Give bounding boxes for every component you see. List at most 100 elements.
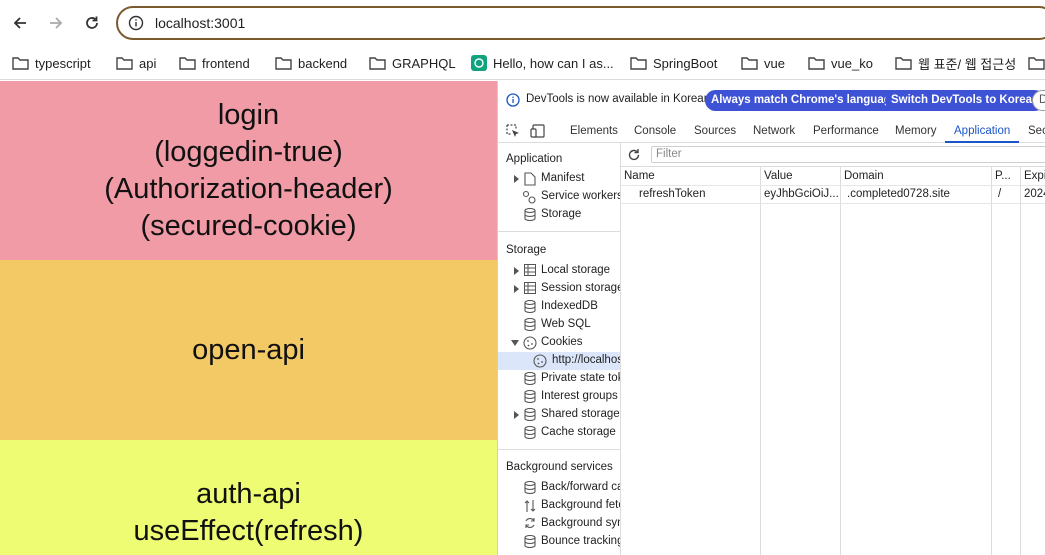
sidebar-item-manifest[interactable]: Manifest [498, 170, 620, 188]
loggedin-text: (loggedin-true) [154, 135, 343, 168]
bookmark-graphql[interactable]: GRAPHQL [369, 52, 456, 74]
cookie-filter-input[interactable]: Filter [651, 146, 1045, 163]
browser-toolbar: localhost:3001 [0, 0, 1045, 46]
sidebar-item-background-fetch[interactable]: Background fetch [498, 497, 620, 515]
folder-icon [1028, 57, 1045, 70]
sidebar-item-background-sync[interactable]: Background sync [498, 515, 620, 533]
bookmark-backend[interactable]: backend [275, 52, 347, 74]
folder-icon [808, 57, 825, 70]
inspect-element-icon[interactable] [506, 124, 520, 138]
bookmark-vue-ko[interactable]: vue_ko [808, 52, 873, 74]
device-toolbar-icon[interactable] [530, 124, 546, 138]
database-icon [524, 300, 536, 313]
column-header-path[interactable]: P... [995, 167, 1019, 185]
sidebar-label: Web SQL [541, 318, 591, 330]
cookies-table: Name Value Domain P... Expi refreshToken… [621, 167, 1045, 555]
sidebar-item-back-forward-cache[interactable]: Back/forward cache [498, 479, 620, 497]
database-icon [524, 535, 536, 548]
sidebar-item-session-storage[interactable]: Session storage [498, 280, 621, 298]
sidebar-item-shared-storage[interactable]: Shared storage [498, 406, 620, 424]
expand-arrow-icon[interactable] [512, 174, 520, 184]
bookmark-chatgpt[interactable]: Hello, how can I as... [471, 52, 614, 74]
bookmark-label: 웹 표준/ 웹 접근성 [918, 56, 1017, 72]
column-header-domain[interactable]: Domain [844, 167, 988, 185]
tab-application[interactable]: Application [945, 119, 1020, 143]
bookmark-label: frontend [202, 55, 250, 71]
bookmark-frontend[interactable]: frontend [179, 52, 250, 74]
database-icon [524, 408, 536, 421]
login-block: login (loggedin-true) (Authorization-hea… [0, 81, 497, 260]
sidebar-label: Local storage [541, 264, 611, 276]
sidebar-item-service-workers[interactable]: Service workers [498, 188, 621, 206]
bookmark-api[interactable]: api [116, 52, 156, 74]
cookie-icon [523, 336, 537, 350]
tab-console[interactable]: Console [634, 119, 676, 143]
switch-to-korean-button[interactable]: Switch DevTools to Korean [885, 90, 1045, 111]
cookie-icon [533, 354, 547, 368]
tab-sources[interactable]: Sources [694, 119, 736, 143]
bookmark-label: api [139, 55, 157, 71]
cookie-path[interactable]: / [998, 185, 1018, 203]
back-button[interactable] [7, 10, 33, 36]
site-info-icon[interactable] [128, 15, 144, 31]
database-icon [524, 208, 536, 221]
expand-arrow-icon[interactable] [512, 284, 520, 294]
address-url[interactable]: localhost:3001 [155, 15, 245, 31]
reload-button[interactable] [79, 10, 105, 36]
bookmark-overflow[interactable] [1028, 52, 1045, 74]
folder-icon [895, 57, 912, 70]
sidebar-item-cache-storage[interactable]: Cache storage [498, 424, 620, 442]
tab-network[interactable]: Network [753, 119, 795, 143]
arrow-left-icon [13, 17, 26, 29]
folder-icon [12, 57, 29, 70]
tab-memory[interactable]: Memory [895, 119, 937, 143]
database-icon [524, 426, 536, 439]
collapse-arrow-icon[interactable] [510, 339, 520, 347]
sidebar-label: Cookies [541, 336, 583, 348]
sidebar-item-local-storage[interactable]: Local storage [498, 262, 620, 280]
sidebar-label: Service workers [541, 190, 621, 202]
open-api-text: open-api [192, 333, 305, 366]
bookmark-web-standard[interactable]: 웹 표준/ 웹 접근성 [895, 52, 1016, 74]
sidebar-label: Bounce tracking [541, 535, 621, 547]
application-sidebar: Application Manifest Service workers Sto… [498, 143, 621, 555]
sidebar-item-web-sql[interactable]: Web SQL [498, 316, 620, 334]
column-header-expires[interactable]: Expi [1024, 167, 1045, 185]
sidebar-item-interest-groups[interactable]: Interest groups [498, 388, 620, 406]
bookmark-vue[interactable]: vue [741, 52, 785, 74]
sidebar-item-storage[interactable]: Storage [498, 206, 620, 224]
database-icon [524, 390, 536, 403]
bookmark-springboot[interactable]: SpringBoot [630, 52, 717, 74]
sidebar-item-private-state-tokens[interactable]: Private state tokens [498, 370, 620, 388]
column-header-value[interactable]: Value [764, 167, 838, 185]
cookie-value[interactable]: eyJhbGciOiJ... [764, 185, 838, 203]
cookie-expires[interactable]: 2024 [1024, 185, 1045, 203]
bookmark-label: Hello, how can I as... [493, 55, 614, 71]
auth-api-text: auth-api [196, 478, 301, 510]
sidebar-item-cookie-origin[interactable]: http://localhost:3001 [498, 352, 620, 370]
sidebar-item-bounce-tracking[interactable]: Bounce tracking [498, 533, 621, 551]
cookie-name[interactable]: refreshToken [639, 185, 759, 203]
sidebar-item-cookies[interactable]: Cookies [498, 334, 620, 352]
section-application: Application [506, 153, 563, 165]
folder-icon [630, 57, 647, 70]
auth-api-block: auth-api useEffect(refresh) [0, 440, 497, 555]
sidebar-label: Session storage [541, 282, 621, 294]
cookie-domain[interactable]: .completed0728.site [847, 185, 989, 203]
forward-button[interactable] [43, 10, 69, 36]
folder-icon [369, 57, 386, 70]
expand-arrow-icon[interactable] [512, 266, 520, 276]
sidebar-item-indexeddb[interactable]: IndexedDB [498, 298, 620, 316]
folder-icon [741, 57, 758, 70]
column-divider [840, 167, 841, 555]
always-match-language-button[interactable]: Always match Chrome's language [705, 90, 904, 111]
tab-performance[interactable]: Performance [813, 119, 879, 143]
refresh-icon[interactable] [627, 148, 641, 162]
bookmark-label: typescript [35, 55, 91, 71]
bookmark-typescript[interactable]: typescript [12, 52, 91, 74]
expand-arrow-icon[interactable] [512, 410, 520, 420]
column-header-name[interactable]: Name [624, 167, 756, 185]
tab-elements[interactable]: Elements [570, 119, 618, 143]
address-bar[interactable]: localhost:3001 [116, 6, 1045, 40]
tab-security[interactable]: Security [1028, 119, 1045, 143]
